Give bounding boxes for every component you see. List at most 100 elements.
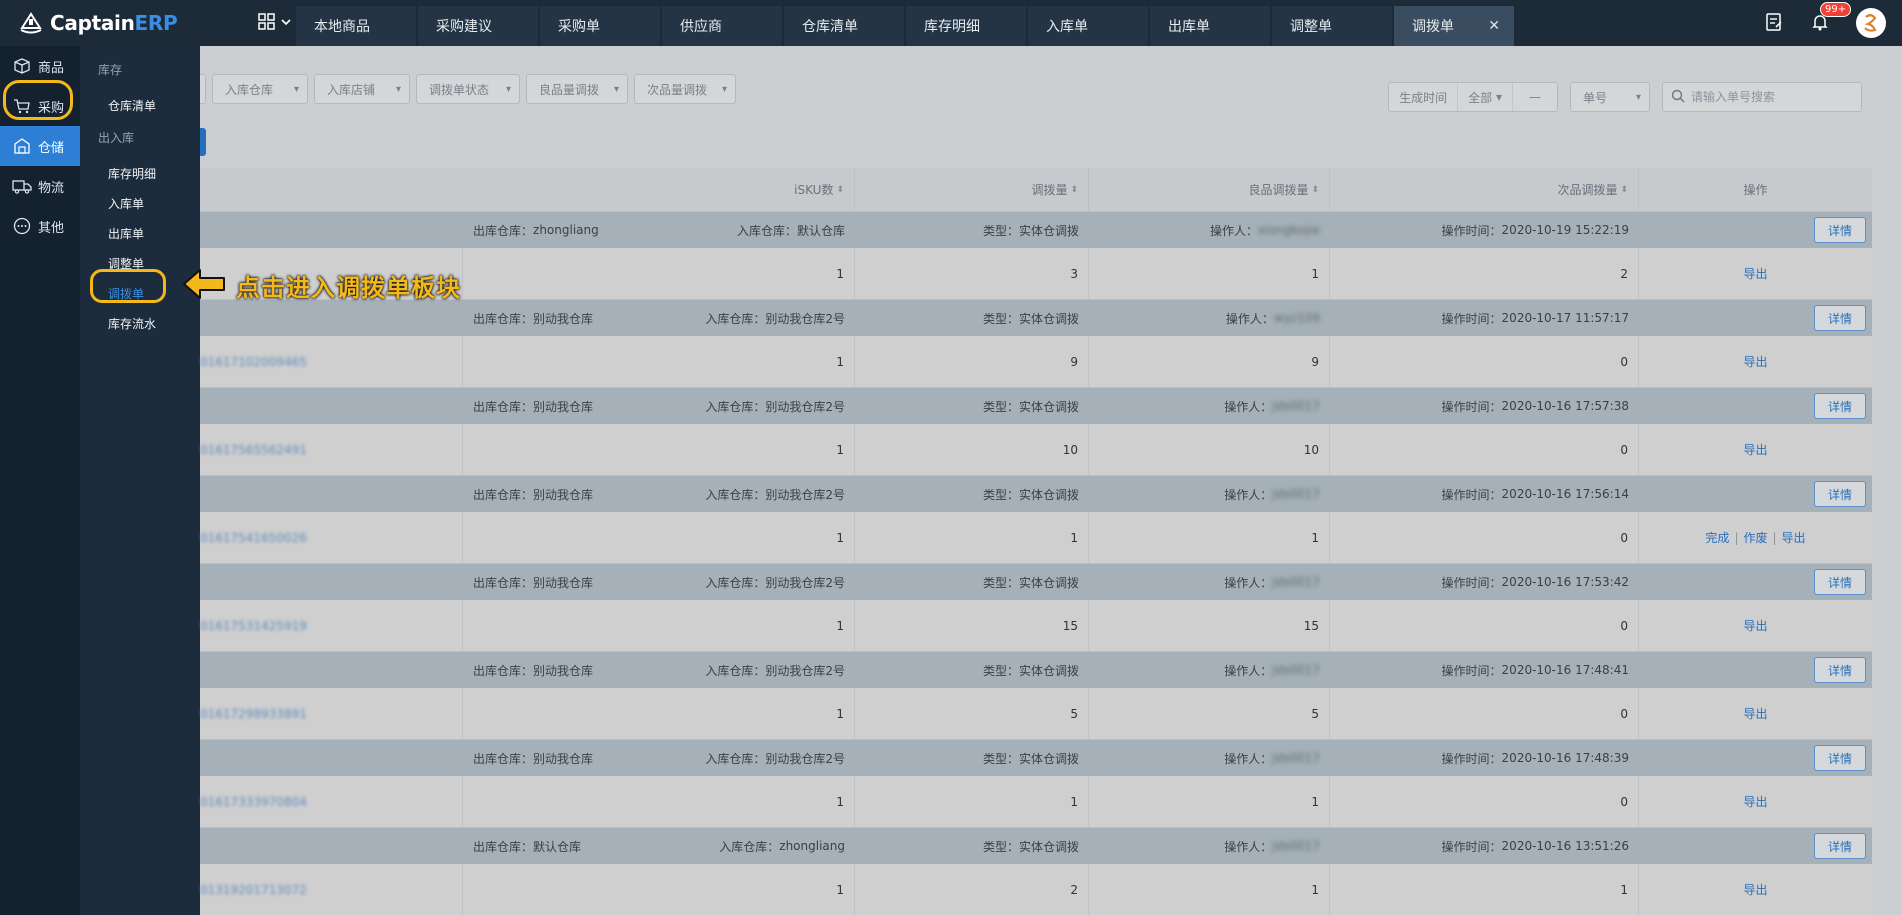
op-export-link[interactable]: 导出 bbox=[1743, 705, 1767, 722]
subnav-item-transfer[interactable]: 调拨单 bbox=[80, 278, 200, 308]
detail-button[interactable]: 详情 bbox=[1814, 745, 1866, 771]
app-logo[interactable]: CaptainERP bbox=[0, 0, 240, 46]
transfer-type: 类型： 实体仓调拨 bbox=[982, 311, 1079, 326]
detail-button[interactable]: 详情 bbox=[1814, 481, 1866, 507]
op-export-link[interactable]: 导出 bbox=[1743, 793, 1767, 810]
search-input[interactable] bbox=[1691, 90, 1851, 104]
tab-adjustment-order[interactable]: 调整单 bbox=[1272, 6, 1392, 46]
search-box[interactable] bbox=[1662, 82, 1862, 112]
filter-good-qty[interactable]: 良品量调拨 ▾ bbox=[526, 74, 628, 104]
filter-bad-qty[interactable]: 次品量调拨 ▾ bbox=[634, 74, 736, 104]
bad-qty-cell: 0 bbox=[1330, 776, 1639, 827]
table-group-row: 出库仓库： zhongliang 入库仓库： 默认仓库 类型： 实体仓调拨 操作人： x… bbox=[200, 212, 1872, 248]
operator: 操作人： jds0017 bbox=[1224, 487, 1320, 502]
date-range-select[interactable]: 全部 ▾ bbox=[1458, 83, 1513, 111]
brand-name: CaptainERP bbox=[50, 11, 178, 35]
search-field-select[interactable]: 单号 ▾ bbox=[1570, 82, 1650, 112]
op-export-link[interactable]: 导出 bbox=[1743, 441, 1767, 458]
chevron-down-icon: ▾ bbox=[721, 83, 727, 95]
op-export-link[interactable]: 导出 bbox=[1782, 529, 1806, 546]
op-export-link[interactable]: 导出 bbox=[1743, 881, 1767, 898]
subnav-item-inbound[interactable]: 入库单 bbox=[80, 188, 200, 218]
nav-item-logistics[interactable]: 物流 bbox=[0, 166, 80, 206]
date-filter[interactable]: 生成时间 全部 ▾ — bbox=[1388, 82, 1558, 112]
th-bad-qty[interactable]: 次品调拨量 ⬍ bbox=[1330, 167, 1639, 212]
tab-local-products[interactable]: 本地商品 bbox=[296, 6, 416, 46]
transfer-qty-cell: 10 bbox=[855, 424, 1089, 475]
operator: 操作人： jds0017 bbox=[1224, 751, 1320, 766]
avatar[interactable] bbox=[1856, 8, 1886, 38]
out-warehouse: 出库仓库： 默认仓库 bbox=[473, 839, 582, 854]
tab-purchase-order[interactable]: 采购单 bbox=[540, 6, 660, 46]
order-number-link[interactable]: 01617531425919 bbox=[200, 619, 307, 633]
th-operations: 操作 bbox=[1743, 183, 1768, 197]
detail-button[interactable]: 详情 bbox=[1814, 657, 1866, 683]
in-warehouse: 入库仓库： 别动我仓库2号 bbox=[705, 487, 845, 502]
op-complete-link[interactable]: 完成 bbox=[1705, 529, 1729, 546]
order-number-link[interactable]: 01617102009465 bbox=[200, 355, 307, 369]
filter-stub[interactable] bbox=[200, 74, 206, 104]
detail-button[interactable]: 详情 bbox=[1814, 305, 1866, 331]
tab-supplier[interactable]: 供应商 bbox=[662, 6, 782, 46]
sku-count-cell: 1 bbox=[463, 864, 855, 915]
table-group-row: 出库仓库： 别动我仓库 入库仓库： 别动我仓库2号 类型： 实体仓调拨 操作人： jds… bbox=[200, 740, 1872, 776]
table-row: 01319201713072 1 2 1 1 导出 bbox=[200, 864, 1872, 915]
main-content: 入库仓库 ▾ 入库店铺 ▾ 调拨单状态 ▾ 良品量调拨 ▾ 次品量调拨 ▾ 生成时间 全部… bbox=[200, 46, 1902, 915]
nav-item-others[interactable]: 其他 bbox=[0, 206, 80, 246]
table-header: iSKU数 ⬍ 调拨量 ⬍ 良品调拨量 ⬍ 次品调拨量 ⬍ 操作 bbox=[200, 167, 1872, 212]
notifications-button[interactable]: 99+ bbox=[1810, 1, 1852, 35]
tab-purchase-suggestion[interactable]: 采购建议 bbox=[418, 6, 538, 46]
nav-item-products[interactable]: 商品 bbox=[0, 46, 80, 86]
filter-in-warehouse[interactable]: 入库仓库 ▾ bbox=[212, 74, 308, 104]
op-void-link[interactable]: 作废 bbox=[1743, 529, 1767, 546]
right-filter-bar: 生成时间 全部 ▾ — 单号 ▾ bbox=[1388, 82, 1862, 112]
detail-button[interactable]: 详情 bbox=[1814, 393, 1866, 419]
sort-icon: ⬍ bbox=[836, 184, 844, 195]
subnav-item-warehouse-list[interactable]: 仓库清单 bbox=[80, 90, 200, 120]
op-export-link[interactable]: 导出 bbox=[1743, 617, 1767, 634]
subnav-item-inventory-flow[interactable]: 库存流水 bbox=[80, 308, 200, 338]
in-warehouse: 入库仓库： 别动我仓库2号 bbox=[705, 575, 845, 590]
chevron-down-icon bbox=[280, 16, 292, 31]
order-number-link[interactable]: 01617541650026 bbox=[200, 531, 307, 545]
sku-count-cell: 1 bbox=[463, 688, 855, 739]
detail-button[interactable]: 详情 bbox=[1814, 569, 1866, 595]
primary-button-stub[interactable] bbox=[200, 128, 206, 156]
tab-inbound-order[interactable]: 入库单 bbox=[1028, 6, 1148, 46]
nav-item-purchase[interactable]: 采购 bbox=[0, 86, 80, 126]
op-export-link[interactable]: 导出 bbox=[1743, 353, 1767, 370]
filter-transfer-status[interactable]: 调拨单状态 ▾ bbox=[416, 74, 520, 104]
subnav-item-inventory-detail[interactable]: 库存明细 bbox=[80, 158, 200, 188]
tab-inventory-detail[interactable]: 库存明细 bbox=[906, 6, 1026, 46]
detail-button[interactable]: 详情 bbox=[1814, 217, 1866, 243]
th-sku-count[interactable]: iSKU数 ⬍ bbox=[463, 167, 855, 212]
app-switcher-button[interactable] bbox=[254, 9, 296, 37]
detail-button[interactable]: 详情 bbox=[1814, 833, 1866, 859]
order-number-link[interactable]: 01617333970804 bbox=[200, 795, 307, 809]
order-number-link[interactable]: 01617565562491 bbox=[200, 443, 307, 457]
filter-in-store[interactable]: 入库店铺 ▾ bbox=[314, 74, 410, 104]
table-group-row: 出库仓库： 别动我仓库 入库仓库： 别动我仓库2号 类型： 实体仓调拨 操作人： wyz… bbox=[200, 300, 1872, 336]
th-transfer-qty[interactable]: 调拨量 ⬍ bbox=[855, 167, 1089, 212]
bad-qty-cell: 0 bbox=[1330, 424, 1639, 475]
transfer-type: 类型： 实体仓调拨 bbox=[982, 575, 1079, 590]
tab-warehouse-list[interactable]: 仓库清单 bbox=[784, 6, 904, 46]
order-number-link[interactable]: 01617298933891 bbox=[200, 707, 307, 721]
op-export-link[interactable]: 导出 bbox=[1743, 265, 1767, 282]
tab-outbound-order[interactable]: 出库单 bbox=[1150, 6, 1270, 46]
close-icon[interactable]: ✕ bbox=[1488, 18, 1500, 34]
th-good-qty[interactable]: 良品调拨量 ⬍ bbox=[1089, 167, 1330, 212]
table-group-row: 出库仓库： 别动我仓库 入库仓库： 别动我仓库2号 类型： 实体仓调拨 操作人： jds… bbox=[200, 564, 1872, 600]
notes-icon[interactable] bbox=[1764, 12, 1784, 35]
tab-transfer-order[interactable]: 调拨单 ✕ bbox=[1394, 6, 1514, 46]
transfer-type: 类型： 实体仓调拨 bbox=[982, 223, 1079, 238]
good-qty-cell: 1 bbox=[1089, 776, 1330, 827]
out-warehouse: 出库仓库： zhongliang bbox=[473, 223, 599, 238]
in-warehouse: 入库仓库： 别动我仓库2号 bbox=[705, 751, 845, 766]
nav-item-warehouse[interactable]: 仓储 bbox=[0, 126, 80, 166]
order-number-link[interactable]: 01319201713072 bbox=[200, 883, 307, 897]
subnav-item-outbound[interactable]: 出库单 bbox=[80, 218, 200, 248]
operations-cell: 完成 | 作废 | 导出 bbox=[1705, 529, 1806, 546]
subnav-item-adjustment[interactable]: 调整单 bbox=[80, 248, 200, 278]
sku-count-cell: 1 bbox=[463, 424, 855, 475]
